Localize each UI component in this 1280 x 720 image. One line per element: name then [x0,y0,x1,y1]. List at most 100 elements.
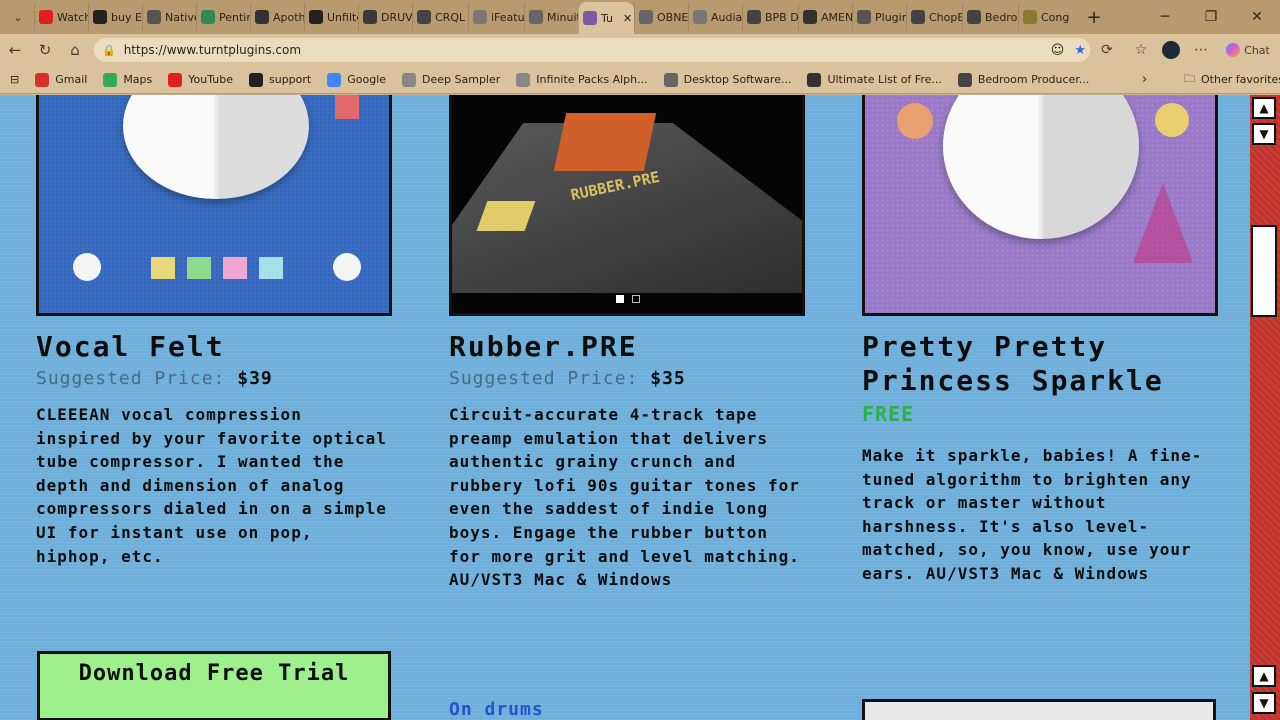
on-drums-link[interactable]: On drums [449,699,544,720]
profile-avatar[interactable] [1160,38,1182,62]
bookmark-item[interactable]: Gmail [27,72,95,87]
pad-pink [223,257,247,279]
site-info-icon[interactable]: 🔒 [102,44,116,57]
download-free-trial-button[interactable]: Download Free Trial [37,651,391,720]
browser-tab[interactable]: Tu ✕ [578,2,634,34]
tab-favicon-icon [639,10,653,24]
browser-tab[interactable]: Native [142,3,196,31]
browser-tab[interactable]: Unfilte [304,3,358,31]
tab-favicon-icon [93,10,107,24]
carousel-dot-active[interactable] [616,295,624,303]
bookmark-item[interactable]: Bedroom Producer... [950,72,1097,87]
favorite-star-icon[interactable]: ★ [1074,43,1086,58]
bookmark-item[interactable]: Desktop Software... [656,72,800,87]
tab-favicon-icon [529,10,543,24]
bookmark-item[interactable]: Deep Sampler [394,72,508,87]
browser-tab[interactable]: Plugin [852,3,906,31]
close-tab-icon[interactable]: ✕ [623,12,632,25]
scrollbar-thumb[interactable] [1251,225,1277,317]
tab-favicon-icon [693,10,707,24]
bookmark-item[interactable]: Ultimate List of Fre... [799,72,949,87]
bookmark-list: Gmail Maps YouTube support Google Deep Sample… [27,72,1097,87]
scroll-up-bottom-icon[interactable]: ▲ [1252,665,1276,687]
tab-label: DRUV [381,10,412,24]
browser-tab[interactable]: OBNE [634,3,688,31]
extensions-icon[interactable]: ⟳ [1096,38,1118,62]
copilot-icon [1226,43,1241,57]
pad-yellow [151,257,175,279]
favorites-icon[interactable]: ☆ [1130,38,1152,62]
bookmark-item[interactable]: support [241,72,319,87]
browser-tab[interactable]: DRUV [358,3,412,31]
browser-tab[interactable]: iFeatu [468,3,524,31]
bookmark-label: Maps [123,73,153,86]
bookmark-item[interactable]: Maps [95,72,160,87]
tab-favicon-icon [363,10,377,24]
bookmark-label: Infinite Packs Alph... [536,73,648,86]
back-icon[interactable]: ← [0,41,30,59]
minimize-icon[interactable]: ─ [1142,0,1188,34]
price-value: FREE [862,402,915,426]
bookmark-item[interactable]: YouTube [160,72,241,87]
reader-icon[interactable]: ☺ [1051,43,1065,58]
url-text[interactable]: https://www.turntplugins.com [124,43,301,57]
tab-label: Watch [57,10,88,24]
bookmark-favicon-icon [249,72,263,87]
price-label: Suggested Price: [449,368,639,389]
product-title: Pretty Pretty Princess Sparkle [862,330,1164,397]
product-image-rubber-pre[interactable]: RUBBER.PRE [449,95,805,316]
tab-label: ChopE [929,10,962,24]
browser-tab[interactable]: buy El [88,3,142,31]
restore-icon[interactable]: ❐ [1188,0,1234,34]
browser-tab[interactable]: Minuit [524,3,578,31]
bookmark-tabs-icon[interactable]: ⊟ [0,73,27,86]
bookmark-favicon-icon [35,72,50,87]
tab-favicon-icon [583,11,597,25]
browser-tab[interactable]: Apoth [250,3,304,31]
browser-tab[interactable]: Cong [1018,3,1074,31]
bookmark-item[interactable]: Infinite Packs Alph... [508,72,655,87]
doodle-face-left [897,103,933,139]
tab-favicon-icon [147,10,161,24]
browser-tab[interactable]: BPB D [742,3,798,31]
tab-actions-menu-icon[interactable]: ⌄ [6,6,30,28]
bookmark-item[interactable]: Google [319,72,394,87]
carousel-dot[interactable] [632,295,640,303]
page-scrollbar[interactable]: ▲ ▼ ▲ ▼ [1250,95,1280,720]
new-tab-button[interactable]: + [1082,7,1106,28]
product-image-vocal-felt[interactable] [36,95,392,316]
bookmarks-overflow-icon[interactable]: › [1142,72,1147,87]
tab-label: AMEN [821,10,852,24]
address-bar[interactable]: 🔒 https://www.turntplugins.com ☺ ★ [94,38,1090,62]
bookmark-label: Ultimate List of Fre... [827,73,942,86]
tab-label: Apoth [273,10,304,24]
small-knob-right [333,253,361,281]
browser-tab[interactable]: CRQL [412,3,468,31]
more-menu-icon[interactable]: ⋯ [1192,38,1210,62]
other-favorites[interactable]: 🗀 Other favorites [1176,70,1280,89]
scroll-down-icon[interactable]: ▼ [1252,123,1276,145]
princess-download-button[interactable] [862,699,1216,720]
bookmark-label: Desktop Software... [683,73,792,86]
orange-block-graphic [553,113,657,171]
copilot-chat-button[interactable]: Chat [1222,38,1274,62]
window-controls: ─ ❐ ✕ [1142,0,1280,34]
browser-tab[interactable]: Audia [688,3,742,31]
product-image-princess-sparkle[interactable] [862,95,1218,316]
scroll-up-icon[interactable]: ▲ [1252,97,1276,119]
tab-favicon-icon [39,10,53,24]
browser-tab[interactable]: ChopE [906,3,962,31]
browser-tab[interactable]: Bedro [962,3,1018,31]
browser-tab[interactable]: Watch [34,3,88,31]
tab-label: Plugin [875,10,906,24]
knob-graphic [943,95,1139,239]
knob-graphic [123,95,309,199]
browser-tab[interactable]: AMEN [798,3,852,31]
bookmark-label: Deep Sampler [422,73,501,86]
browser-tab[interactable]: Pentin [196,3,250,31]
tab-favicon-icon [747,10,761,24]
refresh-icon[interactable]: ↻ [30,41,60,59]
home-icon[interactable]: ⌂ [60,41,90,59]
close-window-icon[interactable]: ✕ [1234,0,1280,34]
scroll-down-bottom-icon[interactable]: ▼ [1252,692,1276,714]
